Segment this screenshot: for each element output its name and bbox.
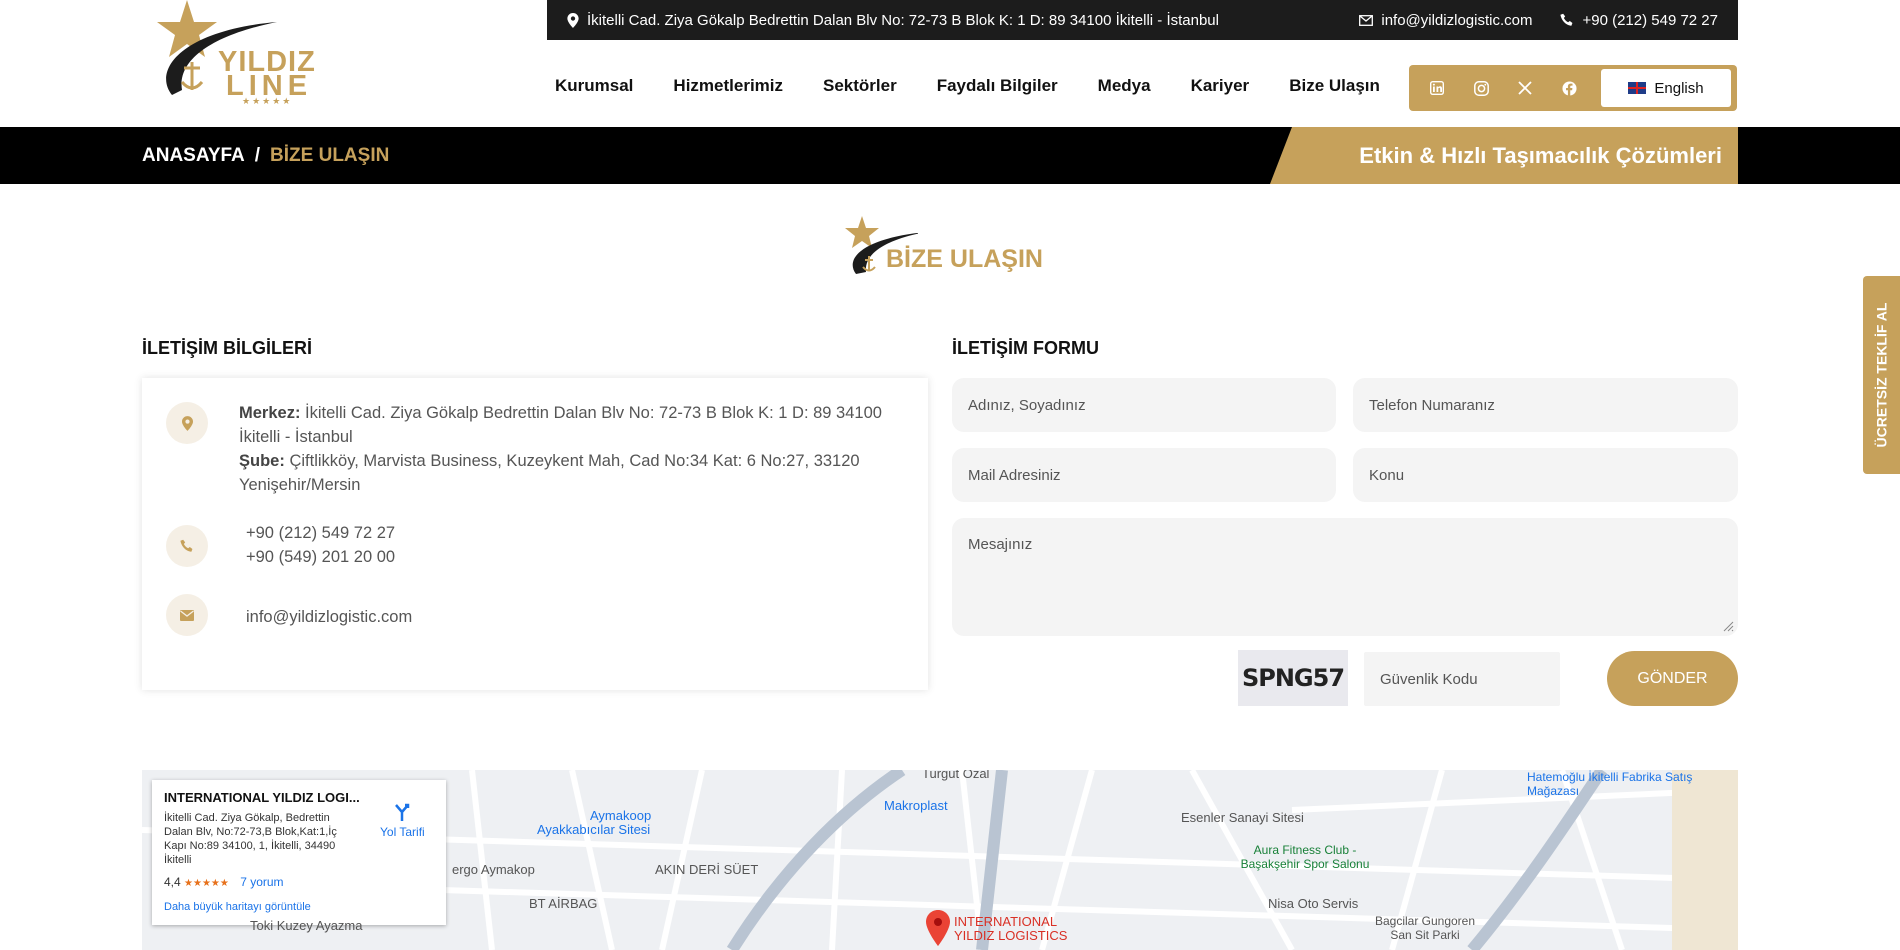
captcha-text: SPNG57 [1241,664,1345,692]
map-label: Toki Kuzey Ayazma [250,918,363,933]
map-rating: 4,4 [164,875,181,889]
phone-icon [180,539,193,552]
location-pin-icon [181,415,193,431]
hq-address: İkitelli Cad. Ziya Gökalp Bedrettin Dala… [239,404,882,446]
breadcrumb-home[interactable]: ANASAYFA [142,145,245,167]
map-place-card: INTERNATIONAL YILDIZ LOGI... İkitelli Ca… [152,780,446,925]
breadcrumb-separator: / [254,144,261,166]
branch-address: Çiftlikköy, Marvista Business, Kuzeykent… [239,452,860,494]
linkedin-icon[interactable] [1415,65,1459,111]
map-label: Aura Fitness Club - Başakşehir Spor Salo… [1240,843,1370,871]
nav-item-sektorler[interactable]: Sektörler [823,76,897,96]
nav-item-bize-ulasin[interactable]: Bize Ulaşın [1289,76,1380,96]
map-label: Hatemoğlu İkitelli Fabrika Satış Mağazas… [1527,770,1693,798]
phone-number-1[interactable]: +90 (212) 549 72 27 [246,524,395,542]
map-label: Turgut Özal [922,770,990,781]
map-directions[interactable]: Yol Tarifi [380,802,425,839]
social-bar: English [1409,65,1737,111]
map-label: ergo Aymakop [452,862,535,877]
topbar-address: İkitelli Cad. Ziya Gökalp Bedrettin Dala… [587,11,1219,29]
nav-item-kurumsal[interactable]: Kurumsal [555,76,633,96]
free-quote-tab[interactable]: ÜCRETSİZ TEKLİF AL [1863,276,1900,474]
phone-block: +90 (212) 549 72 27 +90 (549) 201 20 00 [246,521,395,569]
resize-handle-icon[interactable] [1722,620,1734,632]
section-title: BİZE ULAŞIN [838,212,1068,282]
free-quote-label: ÜCRETSİZ TEKLİF AL [1873,302,1890,448]
map-directions-label: Yol Tarifi [380,825,425,839]
submit-label: GÖNDER [1637,669,1708,687]
form-heading: İLETİŞİM FORMU [952,338,1099,358]
map-label: AKIN DERİ SÜET [655,862,759,877]
map-label: Aymakoop [590,808,652,823]
language-label: English [1654,79,1704,97]
facebook-icon[interactable] [1547,65,1591,111]
map-label: Ayakkabıcılar Sitesi [537,822,651,837]
mail-icon-circle [166,594,208,636]
envelope-icon [1359,14,1374,26]
slogan-banner: Etkin & Hızlı Taşımacılık Çözümleri [1270,127,1738,184]
subject-input[interactable]: Konu [1353,448,1738,502]
topbar-phone: +90 (212) 549 72 27 [1582,11,1718,29]
instagram-icon[interactable] [1459,65,1503,111]
hq-label: Merkez: [239,404,301,422]
map-place-address: İkitelli Cad. Ziya Gökalp, Bedrettin Dal… [164,812,337,866]
map-label: Nisa Oto Servis [1268,896,1359,911]
contact-info-card: Merkez: İkitelli Cad. Ziya Gökalp Bedret… [142,378,928,690]
map-label: Esenler Sanayi Sitesi [1181,810,1304,825]
location-icon-circle [166,402,208,444]
google-map[interactable]: INTERNATIONAL YILDIZ LOGI... İkitelli Ca… [142,770,1738,950]
name-input[interactable]: Adınız, Soyadınız [952,378,1336,432]
nav-item-medya[interactable]: Medya [1098,76,1151,96]
captcha-image: SPNG57 [1238,650,1348,706]
phone-number-2[interactable]: +90 (549) 201 20 00 [246,548,395,566]
directions-icon [395,803,410,821]
contact-email[interactable]: info@yildizlogistic.com [246,608,412,626]
language-selector[interactable]: English [1601,69,1731,107]
map-marker-icon[interactable] [926,910,950,946]
top-info-bar: İkitelli Cad. Ziya Gökalp Bedrettin Dala… [547,0,1738,40]
nav-item-faydali-bilgiler[interactable]: Faydalı Bilgiler [937,76,1058,96]
phone-input[interactable]: Telefon Numaranız [1353,378,1738,432]
location-pin-icon [567,12,579,28]
page-title: BİZE ULAŞIN [886,245,1043,273]
message-textarea[interactable]: Mesajınız [952,518,1738,636]
main-nav: Kurumsal Hizmetlerimiz Sektörler Faydalı… [555,66,1380,106]
phone-icon [1560,13,1573,26]
email-block: info@yildizlogistic.com [246,605,412,629]
uk-flag-icon [1628,82,1647,94]
nav-item-hizmetlerimiz[interactable]: Hizmetlerimiz [673,76,783,96]
topbar-email: info@yildizlogistic.com [1381,11,1533,29]
map-reviews-link[interactable]: 7 yorum [240,875,283,889]
map-label: BT AİRBAG [529,896,598,911]
topbar-phone-link[interactable]: +90 (212) 549 72 27 [1560,12,1718,29]
map-marker-label: INTERNATIONAL YILDIZ LOGISTICS [954,914,1068,943]
nav-item-kariyer[interactable]: Kariyer [1191,76,1250,96]
phone-icon-circle [166,525,208,567]
slogan-text: Etkin & Hızlı Taşımacılık Çözümleri [1359,142,1722,168]
map-label: Makroplast [884,798,948,813]
site-logo[interactable]: YILDIZ LINE ★★★★★ [142,0,317,108]
breadcrumb: ANASAYFA / BİZE ULAŞIN [142,127,389,184]
map-bigger-link[interactable]: Daha büyük haritayı görüntüle [164,901,434,913]
envelope-icon [180,609,194,621]
branch-label: Şube: [239,452,285,470]
breadcrumb-current: BİZE ULAŞIN [270,144,390,166]
security-code-input[interactable]: Güvenlik Kodu [1364,652,1560,706]
map-rating-stars: ★★★★★ [184,878,229,889]
topbar-email-link[interactable]: info@yildizlogistic.com [1359,12,1532,29]
submit-button[interactable]: GÖNDER [1607,651,1738,706]
logo-stars: ★★★★★ [242,96,293,106]
address-info: İkitelli Cad. Ziya Gökalp Bedrettin Dala… [567,12,1331,29]
email-input[interactable]: Mail Adresiniz [952,448,1336,502]
info-heading: İLETİŞİM BİLGİLERİ [142,338,312,358]
map-label: Bagcilar Gungoren San Sit Parki [1374,914,1476,942]
address-block: Merkez: İkitelli Cad. Ziya Gökalp Bedret… [239,401,909,497]
x-icon[interactable] [1503,65,1547,111]
